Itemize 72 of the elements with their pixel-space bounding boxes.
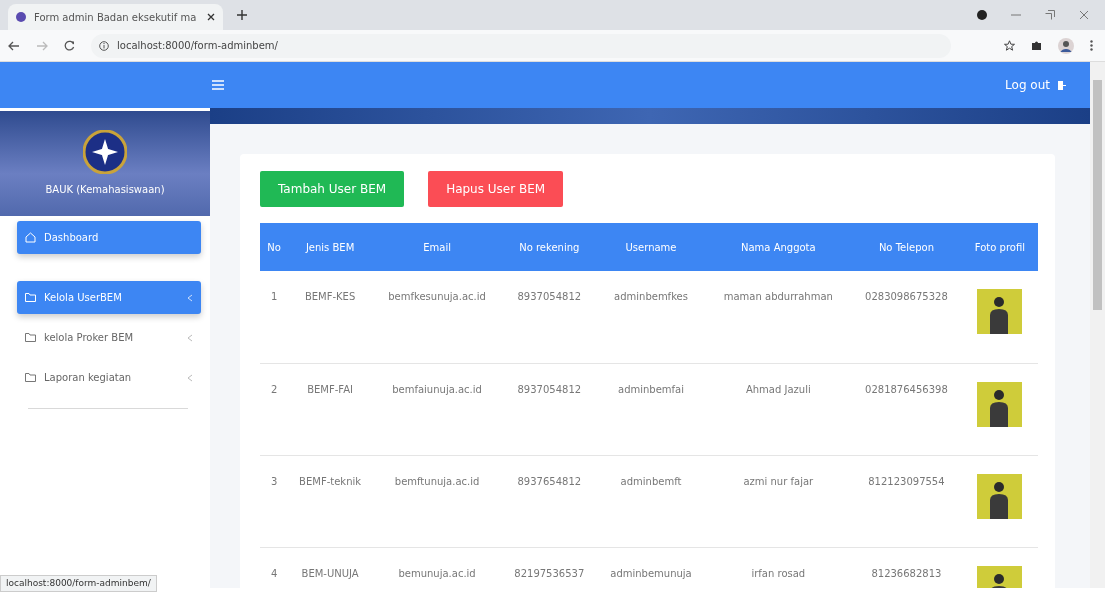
folder-icon (25, 292, 36, 303)
scrollbar[interactable] (1090, 62, 1105, 588)
table-cell: adminbemfai (596, 363, 706, 455)
table-cell: 81236682813 (851, 547, 962, 588)
table-cell: 8937054812 (502, 271, 597, 363)
table-cell: adminbemfkes (596, 271, 706, 363)
table-cell: BEMF-teknik (288, 455, 372, 547)
table-cell: BEMF-FAI (288, 363, 372, 455)
person-photo-placeholder (977, 289, 1023, 334)
reload-icon[interactable] (64, 40, 75, 51)
table-cell: 812123097554 (851, 455, 962, 547)
star-icon[interactable] (1004, 40, 1015, 51)
close-icon[interactable] (207, 13, 215, 21)
kebab-menu-icon[interactable] (1090, 40, 1093, 51)
table-cell: 1 (260, 271, 289, 363)
menu-icon[interactable] (212, 80, 224, 90)
column-header: No (260, 223, 289, 271)
folder-icon (25, 372, 36, 383)
sidebar-item[interactable]: Kelola UserBEM (17, 281, 201, 314)
column-header: Foto profil (961, 223, 1038, 271)
table-cell: 3 (260, 455, 289, 547)
home-icon (25, 232, 36, 243)
tab-title: Form admin Badan eksekutif ma (34, 10, 198, 25)
table-cell: 8937654812 (502, 455, 597, 547)
logout-link[interactable]: Log out (1005, 76, 1066, 94)
table-cell: 82197536537 (502, 547, 597, 588)
table-cell: azmi nur fajar (705, 455, 851, 547)
delete-user-button[interactable]: Hapus User BEM (428, 171, 564, 207)
brand-name: BAUK (Kemahasiswaan) (45, 183, 165, 197)
column-header: Email (371, 223, 503, 271)
record-icon[interactable] (977, 10, 987, 20)
chevron-icon (187, 333, 193, 342)
table-cell: maman abdurrahman (705, 271, 851, 363)
add-icon[interactable] (237, 10, 247, 20)
chevron-icon (187, 373, 193, 382)
table-cell: 0283098675328 (851, 271, 962, 363)
table-cell: bemfkesunuja.ac.id (371, 271, 503, 363)
sidebar-item[interactable]: Dashboard (17, 221, 201, 254)
table-cell: bemunuja.ac.id (371, 547, 503, 588)
table-cell: bemftunuja.ac.id (371, 455, 503, 547)
avatar-icon[interactable] (1058, 37, 1074, 54)
column-header: No Telepon (851, 223, 962, 271)
table-cell: BEM-UNUJA (288, 547, 372, 588)
person-photo-placeholder (977, 473, 1023, 519)
table-cell: 4 (260, 547, 289, 588)
address-field[interactable]: localhost:8000/form-adminbem/ (91, 33, 951, 58)
restore-icon[interactable] (1045, 10, 1055, 20)
column-header: Jenis BEM (288, 223, 372, 271)
column-header: Username (596, 223, 706, 271)
table-cell: adminbemunuja (596, 547, 706, 588)
table-cell: 2 (260, 363, 289, 455)
chevron-icon (187, 293, 193, 302)
info-icon (99, 40, 109, 51)
browser-tab[interactable]: Form admin Badan eksekutif ma (8, 4, 223, 30)
emblem-icon (83, 130, 127, 174)
add-user-button[interactable]: Tambah User BEM (260, 171, 405, 207)
table-cell: BEMF-KES (288, 271, 372, 363)
table-cell: 8937054812 (502, 363, 597, 455)
sidebar-item[interactable]: Laporan kegiatan (17, 361, 201, 394)
column-header: Nama Anggota (705, 223, 851, 271)
favicon-icon (16, 12, 26, 22)
column-header: No rekening (502, 223, 597, 271)
back-icon[interactable] (8, 40, 20, 51)
table-cell: bemfaiunuja.ac.id (371, 363, 503, 455)
table-cell: 0281876456398 (851, 363, 962, 455)
logout-icon (1058, 80, 1066, 90)
table-cell: irfan rosad (705, 547, 851, 588)
person-photo-placeholder (977, 381, 1023, 427)
folder-icon (25, 332, 36, 343)
table-cell: Ahmad Jazuli (705, 363, 851, 455)
sidebar-item[interactable]: kelola Proker BEM (17, 321, 201, 354)
table-cell: adminbemft (596, 455, 706, 547)
